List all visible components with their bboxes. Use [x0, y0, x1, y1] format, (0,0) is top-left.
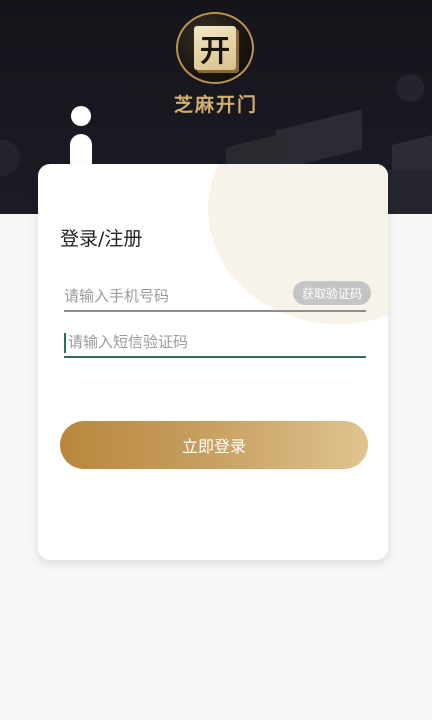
app-name: 芝麻开门: [173, 94, 258, 116]
app-logo: 开: [176, 12, 254, 84]
page-title: 登录/注册: [60, 228, 143, 250]
decor-hook-dot: [71, 106, 91, 126]
decor-circle: [0, 140, 20, 176]
decor-cube: [276, 109, 362, 171]
login-screen: 开 芝麻开门 登录/注册 获取验证码 立即登录: [0, 0, 432, 720]
get-code-button[interactable]: 获取验证码: [293, 281, 371, 305]
login-card: 登录/注册 获取验证码 立即登录: [38, 164, 388, 560]
logo-glyph: 开: [194, 26, 236, 70]
sms-code-field: [64, 328, 366, 358]
text-caret: [64, 333, 66, 353]
login-button[interactable]: 立即登录: [60, 421, 368, 469]
sms-code-input[interactable]: [64, 328, 366, 356]
